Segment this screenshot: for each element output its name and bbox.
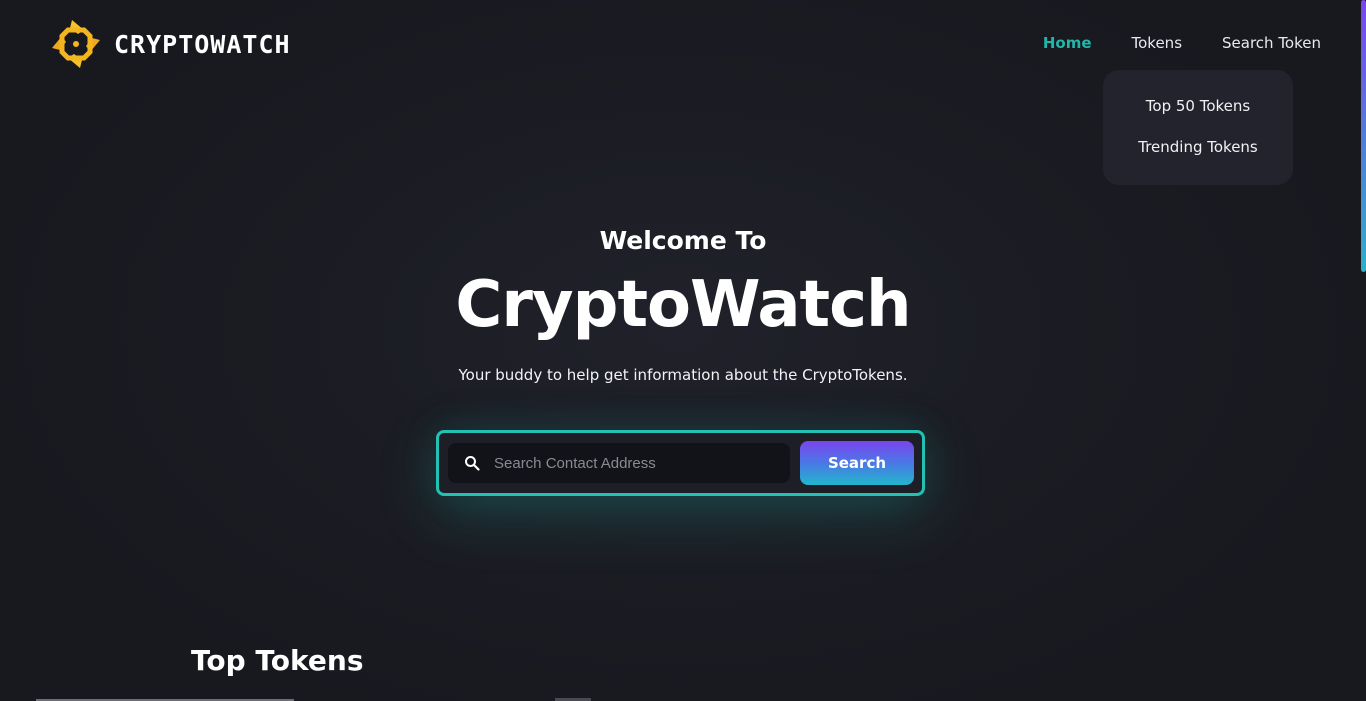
hero-title: CryptoWatch	[455, 268, 911, 342]
dropdown-item-trending-tokens[interactable]: Trending Tokens	[1103, 137, 1293, 178]
brand-name: CRYPTOWATCH	[114, 29, 291, 59]
top-tokens-heading: Top Tokens	[191, 644, 364, 677]
hero-welcome-text: Welcome To	[599, 226, 767, 255]
cryptowatch-logo-icon	[52, 20, 100, 68]
search-button[interactable]: Search	[800, 441, 914, 485]
nav-search-token[interactable]: Search Token	[1222, 34, 1321, 52]
search-icon	[465, 456, 480, 471]
nav-home[interactable]: Home	[1043, 34, 1092, 52]
nav-tokens[interactable]: Tokens	[1132, 34, 1183, 52]
page: CRYPTOWATCH Home Tokens Search Token Top…	[0, 0, 1366, 701]
brand-logo[interactable]: CRYPTOWATCH	[50, 16, 291, 72]
dropdown-item-top-50-tokens[interactable]: Top 50 Tokens	[1103, 96, 1293, 137]
search-field[interactable]	[448, 443, 790, 483]
search-input[interactable]	[492, 453, 790, 473]
search-box: Search	[436, 430, 925, 496]
main-nav: Home Tokens Search Token	[1043, 34, 1321, 52]
tokens-dropdown-menu: Top 50 Tokens Trending Tokens	[1103, 70, 1293, 185]
hero-subtitle: Your buddy to help get information about…	[458, 366, 908, 384]
